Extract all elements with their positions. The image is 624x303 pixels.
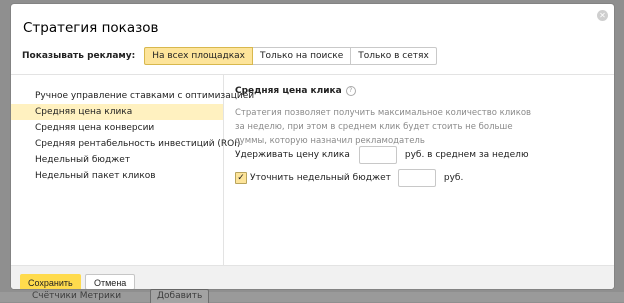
header-divider <box>11 74 614 75</box>
modal-title: Стратегия показов <box>23 20 159 36</box>
counters-label: Счётчики Метрики <box>32 291 122 301</box>
hold-price-row: Удерживать цену клика руб. в среднем за … <box>235 146 529 164</box>
panel-description: Стратегия позволяет получить максимально… <box>235 108 532 146</box>
hold-price-input[interactable] <box>358 146 397 164</box>
placement-all-button[interactable]: На всех площадках <box>144 47 253 65</box>
strategy-modal: ✕ Стратегия показов Показывать рекламу: … <box>11 4 614 289</box>
weekly-budget-row: ✓ Уточнить недельный бюджет руб. <box>235 169 463 187</box>
panel-title: Средняя цена клика <box>235 86 342 96</box>
hold-price-suffix: руб. в среднем за неделю <box>404 150 529 160</box>
strategy-item-avg-cpc[interactable]: Средняя цена клика <box>11 104 223 120</box>
save-button[interactable]: Сохранить <box>20 274 81 289</box>
add-counter-button[interactable]: Добавить <box>150 289 210 303</box>
placement-row: Показывать рекламу: На всех площадках То… <box>22 47 437 65</box>
weekly-budget-checkbox[interactable]: ✓ <box>235 172 247 184</box>
strategy-list: Ручное управление ставками с оптимизацие… <box>11 88 254 184</box>
strategy-item-manual[interactable]: Ручное управление ставками с оптимизацие… <box>11 88 254 104</box>
strategy-item-weekly-budget[interactable]: Недельный бюджет <box>11 152 223 168</box>
hold-price-label: Удерживать цену клика <box>235 150 350 160</box>
weekly-budget-input[interactable] <box>397 169 436 187</box>
strategy-item-roi[interactable]: Средняя рентабельность инвестиций (ROI) <box>11 136 240 152</box>
cancel-button[interactable]: Отмена <box>85 274 136 289</box>
weekly-budget-label: Уточнить недельный бюджет <box>250 173 391 183</box>
help-icon[interactable]: ? <box>345 86 356 96</box>
strategy-settings-panel: Средняя цена клика ? Стратегия позволяет… <box>235 86 605 148</box>
panel-title-row: Средняя цена клика ? <box>235 86 605 96</box>
placement-networks-button[interactable]: Только в сетях <box>351 47 437 65</box>
check-icon: ✓ <box>237 173 245 183</box>
show-ads-label: Показывать рекламу: <box>22 51 136 61</box>
close-icon[interactable]: ✕ <box>597 10 608 21</box>
strategy-item-weekly-clicks[interactable]: Недельный пакет кликов <box>11 168 223 184</box>
modal-footer: Сохранить Отмена <box>11 265 614 289</box>
weekly-budget-suffix: руб. <box>443 173 464 183</box>
strategy-item-avg-cpa[interactable]: Средняя цена конверсии <box>11 120 223 136</box>
placement-search-button[interactable]: Только на поиске <box>252 47 352 65</box>
placement-switch: На всех площадках Только на поиске Тольк… <box>144 47 437 65</box>
